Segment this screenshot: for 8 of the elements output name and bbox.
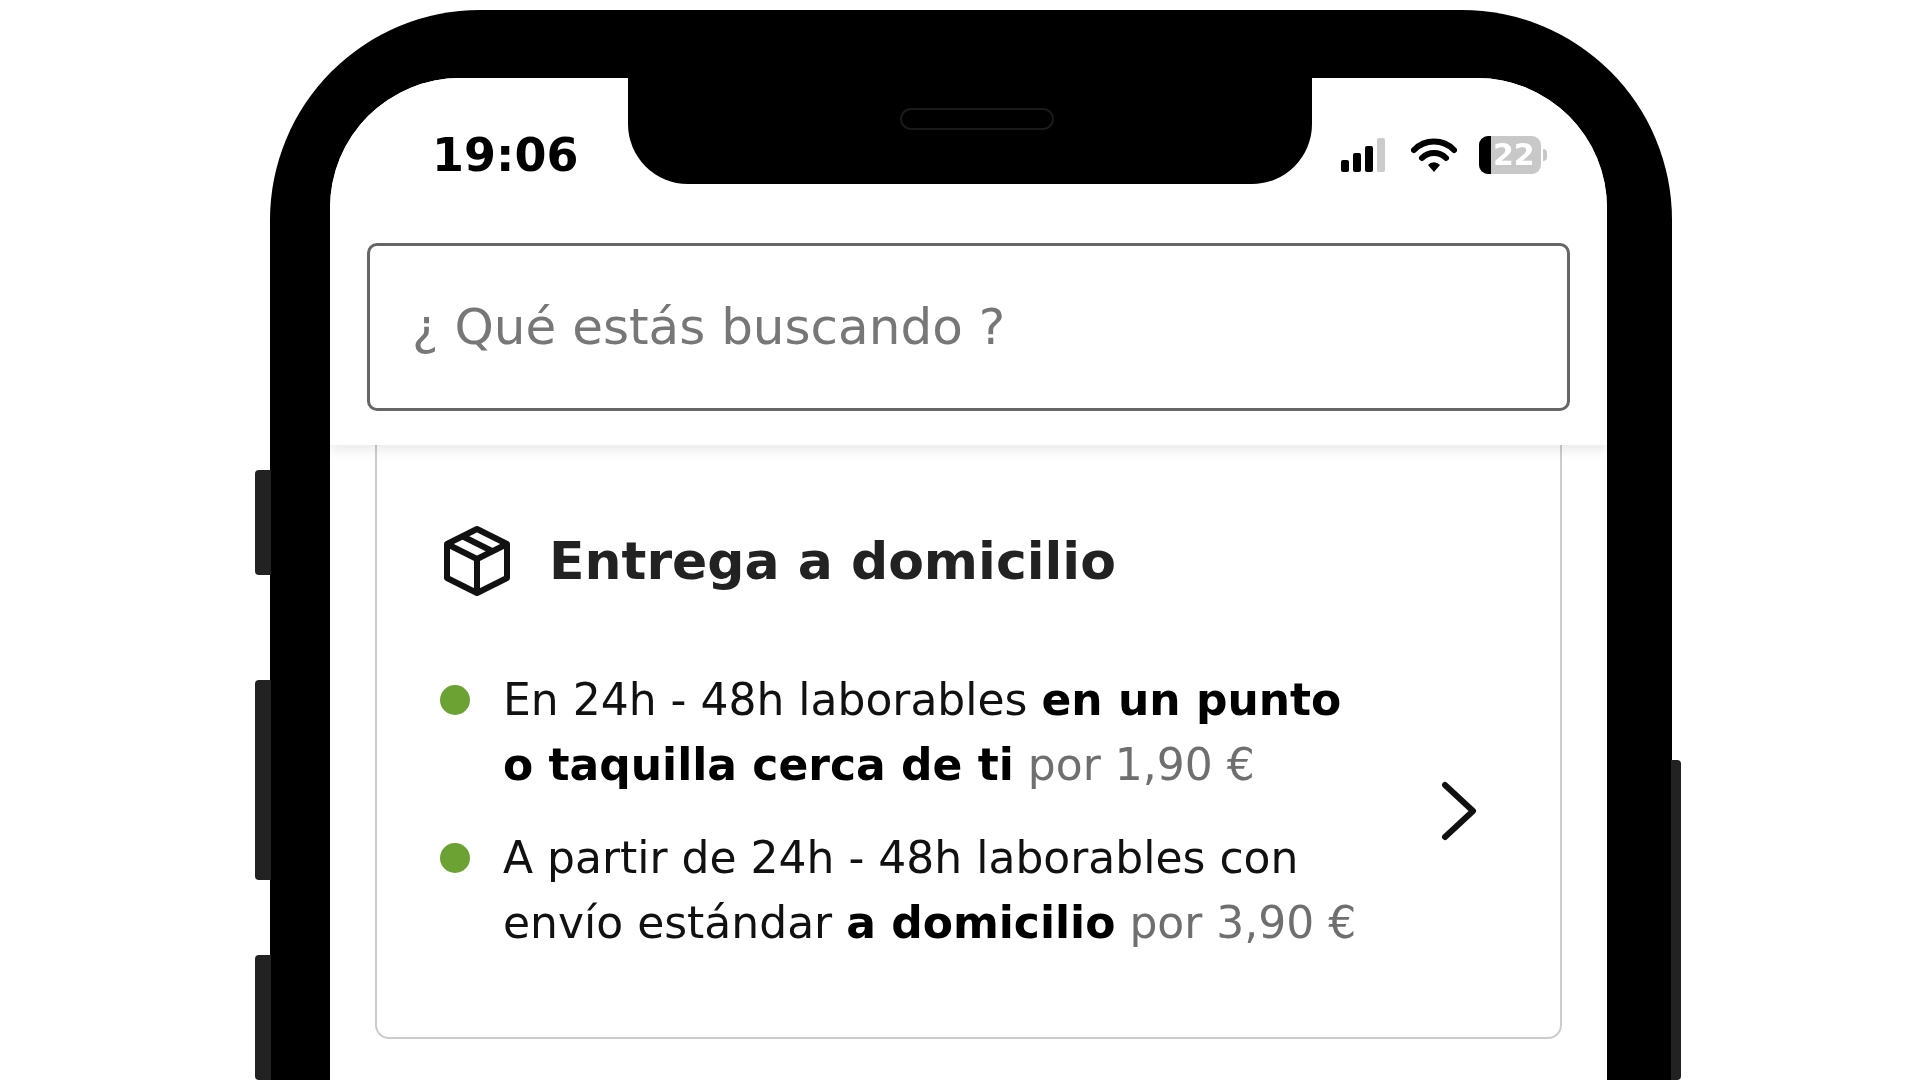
delivery-option-text: A partir de 24h - 48h laborables con envío estándar a domicilio por 3,90 €: [503, 831, 1358, 950]
status-time: 19:06: [432, 132, 579, 178]
wifi-icon: [1411, 138, 1457, 172]
search-field[interactable]: ¿ Qué estás buscando ?: [367, 243, 1570, 411]
box-icon: [443, 525, 511, 597]
chevron-right-icon[interactable]: [1441, 781, 1477, 841]
battery-charge: [1479, 136, 1491, 174]
delivery-option-text: En 24h - 48h laborables en un punto o taquilla cerca de ti por 1,90 €: [503, 673, 1343, 792]
